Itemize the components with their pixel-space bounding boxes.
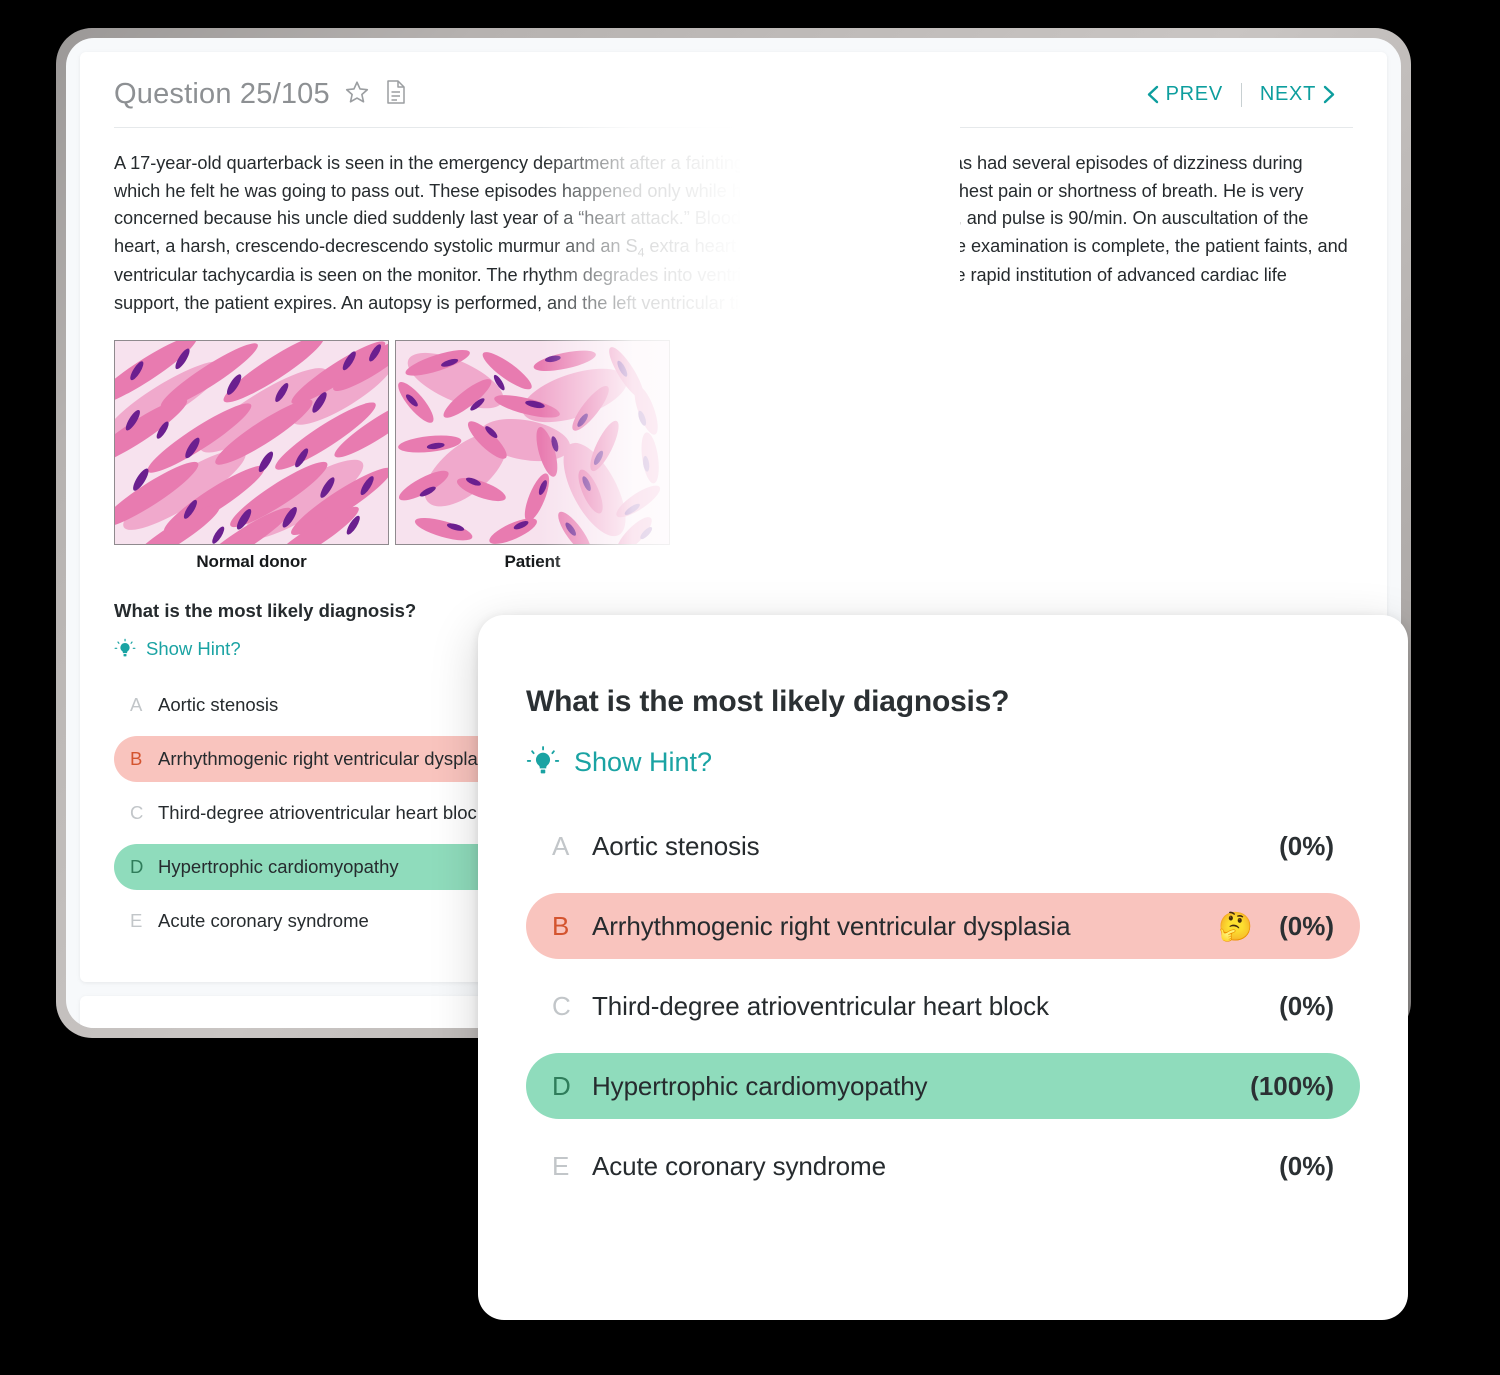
answer-letter: C bbox=[130, 801, 144, 823]
question-stem: A 17-year-old quarterback is seen in the… bbox=[114, 150, 1353, 318]
answer-text: Hypertrophic cardiomyopathy bbox=[158, 855, 399, 877]
next-button[interactable]: NEXT bbox=[1242, 83, 1353, 106]
lightbulb-icon bbox=[114, 638, 136, 657]
page-title: Question 25/105 bbox=[114, 78, 330, 110]
answer-letter: C bbox=[552, 990, 571, 1021]
answer-text: Aortic stenosis bbox=[158, 693, 279, 715]
question-header-left: Question 25/105 bbox=[114, 78, 408, 111]
answer-percent: (100%) bbox=[1250, 1070, 1334, 1101]
answer-letter: A bbox=[552, 830, 570, 861]
answer-percent: (0%) bbox=[1279, 1150, 1334, 1181]
normal-donor-panel bbox=[114, 339, 389, 545]
answer-overlay-card: What is the most likely diagnosis? Show … bbox=[478, 615, 1408, 1320]
answer-letter: A bbox=[130, 693, 143, 715]
answer-text: Third-degree atrioventricular heart bloc… bbox=[158, 801, 487, 823]
question-header: Question 25/105 PREV NEXT bbox=[114, 78, 1353, 128]
answer-text: Third-degree atrioventricular heart bloc… bbox=[592, 990, 1049, 1021]
answer-text: Acute coronary syndrome bbox=[158, 909, 369, 931]
chevron-right-icon bbox=[1323, 85, 1335, 104]
prev-button[interactable]: PREV bbox=[1129, 83, 1241, 106]
answer-letter: B bbox=[552, 910, 570, 941]
overlay-answer-option-e[interactable]: E Acute coronary syndrome (0%) bbox=[526, 1133, 1360, 1199]
answer-letter: B bbox=[130, 747, 143, 769]
overlay-answer-option-c[interactable]: C Third-degree atrioventricular heart bl… bbox=[526, 973, 1360, 1039]
histology-figure: Normal donor Patient bbox=[114, 339, 670, 572]
answer-letter: E bbox=[552, 1150, 570, 1181]
answer-text: Acute coronary syndrome bbox=[592, 1150, 886, 1181]
note-document-icon[interactable] bbox=[384, 79, 408, 110]
answer-text: Arrhythmogenic right ventricular dysplas… bbox=[158, 747, 502, 769]
overlay-answer-option-b[interactable]: B Arrhythmogenic right ventricular dyspl… bbox=[526, 893, 1360, 959]
figure-label-patient: Patient bbox=[504, 551, 561, 571]
answer-letter: D bbox=[552, 1070, 571, 1101]
overlay-answer-option-d[interactable]: D Hypertrophic cardiomyopathy (100%) bbox=[526, 1053, 1360, 1119]
question-nav: PREV NEXT bbox=[1129, 82, 1353, 107]
answer-percent: (0%) bbox=[1279, 990, 1334, 1021]
next-label: NEXT bbox=[1259, 83, 1316, 105]
answer-text: Hypertrophic cardiomyopathy bbox=[592, 1070, 928, 1101]
show-hint-button[interactable]: Show Hint? bbox=[114, 638, 241, 660]
thinking-face-emoji: 🤔 bbox=[1218, 910, 1254, 942]
overlay-answer-option-a[interactable]: A Aortic stenosis (0%) bbox=[526, 813, 1360, 879]
overlay-show-hint-button[interactable]: Show Hint? bbox=[526, 745, 712, 779]
answer-letter: D bbox=[130, 855, 144, 877]
overlay-question-prompt: What is the most likely diagnosis? bbox=[526, 685, 1010, 718]
lightbulb-icon bbox=[526, 746, 560, 774]
figure-labels: Normal donor Patient bbox=[114, 552, 670, 572]
answer-text: Arrhythmogenic right ventricular dysplas… bbox=[592, 910, 1071, 941]
overlay-show-hint-label: Show Hint? bbox=[574, 746, 713, 777]
answer-letter: E bbox=[130, 909, 143, 931]
patient-panel bbox=[395, 339, 670, 545]
answer-text: Aortic stenosis bbox=[592, 830, 760, 861]
figure-label-normal: Normal donor bbox=[196, 551, 307, 571]
figure-panels bbox=[114, 339, 670, 545]
star-icon[interactable] bbox=[344, 79, 370, 110]
chevron-left-icon bbox=[1147, 85, 1158, 104]
answer-percent: (0%) bbox=[1279, 830, 1334, 861]
show-hint-label: Show Hint? bbox=[146, 637, 241, 659]
answer-list-front: A Aortic stenosis (0%) B Arrhythmogenic … bbox=[526, 813, 1360, 1199]
prev-label: PREV bbox=[1165, 83, 1223, 105]
answer-percent: (0%) bbox=[1279, 910, 1334, 941]
